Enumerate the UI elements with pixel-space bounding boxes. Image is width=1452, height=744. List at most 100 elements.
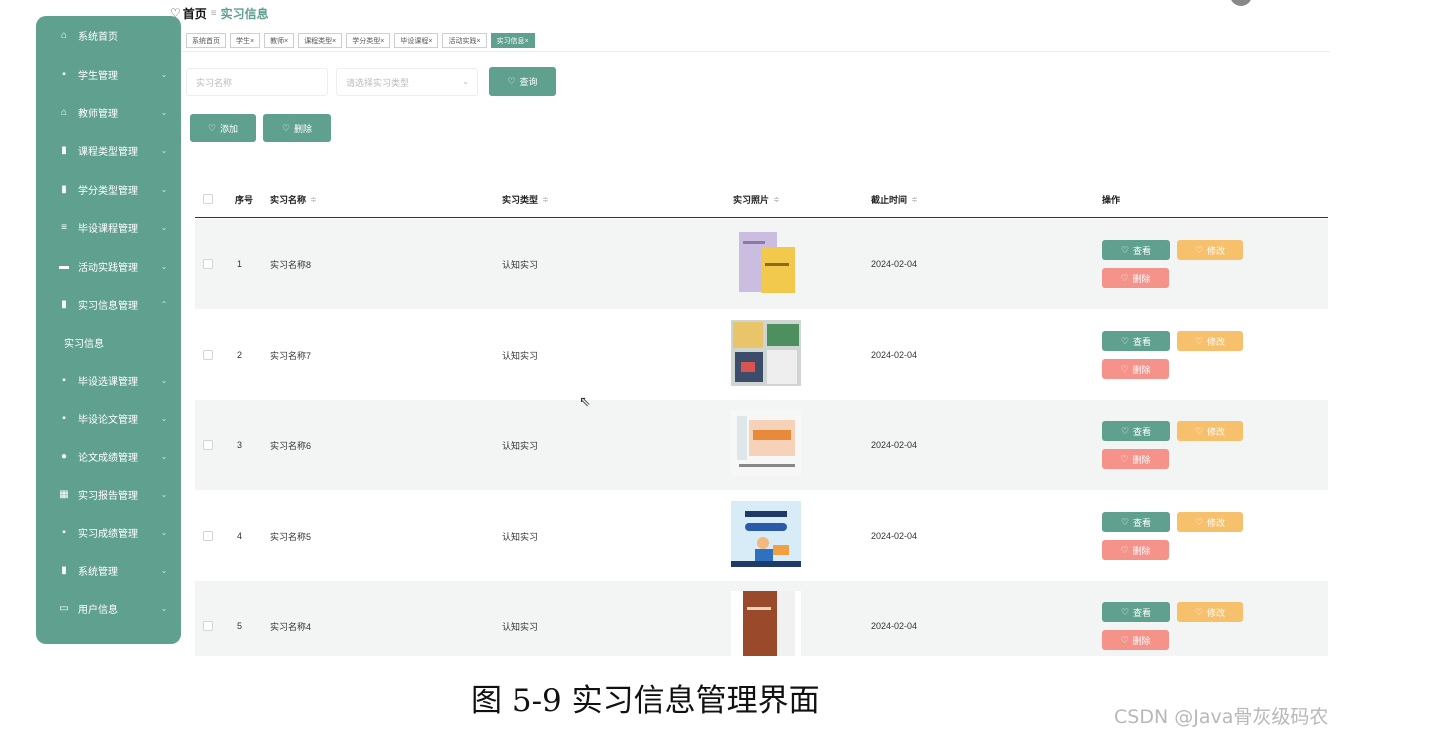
edit-button[interactable]: ♡ 修改 [1177,602,1243,622]
row-index: 5 [237,621,243,631]
row-delete-button[interactable]: ♡ 删除 [1102,630,1169,650]
grid-icon: ▪ [62,68,66,80]
chevron-down-icon: ⌄ [462,77,469,86]
sidebar-item[interactable]: ⌂ 教师管理 ⌄ [36,93,181,131]
tab-tag[interactable]: 毕设课程× [394,33,439,48]
row-photo[interactable] [731,501,801,567]
view-button-label: 查看 [1133,426,1152,437]
sidebar-item[interactable]: ▪ 实习成绩管理 ⌄ [36,513,181,551]
sidebar-item-label: 实习信息管理 [78,300,138,312]
view-button[interactable]: ♡ 查看 [1102,331,1170,351]
sidebar-item[interactable]: ▮ 实习信息管理 ⌃ [36,285,181,323]
tab-tag[interactable]: 教师× [264,33,295,48]
clipboard-icon: ▮ [61,144,67,156]
grid-icon: ▪ [62,374,66,386]
sidebar-item[interactable]: ▮ 系统管理 ⌄ [36,551,181,589]
sidebar-item[interactable]: ⌂ 系统首页 [36,16,181,54]
row-delete-button[interactable]: ♡ 删除 [1102,540,1169,560]
sidebar-item[interactable]: ▮ 课程类型管理 ⌄ [36,131,181,169]
tab-tag[interactable]: 学生× [230,33,261,48]
watermark: CSDN @Java骨灰级码农 [1114,706,1329,728]
sort-icon[interactable]: ≑ [310,195,317,204]
tab-tag[interactable]: 学分类型× [346,33,391,48]
sidebar-item[interactable]: ≡ 毕设课程管理 ⌄ [36,208,181,246]
sidebar-item[interactable]: ▬ 活动实践管理 ⌄ [36,247,181,285]
add-button[interactable]: ♡ 添加 [190,114,256,142]
row-checkbox[interactable] [203,581,213,656]
row-photo[interactable] [731,229,801,295]
sidebar-item-label: 系统管理 [78,566,118,578]
sidebar-item[interactable]: ▪ 学生管理 ⌄ [36,55,181,93]
row-photo[interactable] [731,320,801,386]
view-button[interactable]: ♡ 查看 [1102,240,1170,260]
row-deadline: 2024-02-04 [871,259,918,269]
header-type[interactable]: 实习类型 ≑ [502,180,549,218]
row-deadline: 2024-02-04 [871,621,918,631]
breadcrumb-home[interactable]: 首页 [183,5,207,22]
row-deadline: 2024-02-04 [871,350,918,360]
row-checkbox[interactable] [203,310,213,400]
search-type-select[interactable]: 请选择实习类型 ⌄ [336,68,478,96]
sidebar-item[interactable]: ▭ 用户信息 ⌄ [36,589,181,627]
row-checkbox[interactable] [203,491,213,581]
row-delete-button[interactable]: ♡ 删除 [1102,449,1169,469]
table-row: 5 实习名称4 认知实习 2024-02-04 ♡ 查看 ♡ 修改 ♡ 删除 [195,581,1328,656]
sort-icon[interactable]: ≑ [773,195,780,204]
sidebar-item-label: 学分类型管理 [78,185,138,197]
header-name[interactable]: 实习名称 ≑ [270,180,317,218]
sidebar-item[interactable]: ▪ 毕设论文管理 ⌄ [36,399,181,437]
sort-icon[interactable]: ≑ [911,195,918,204]
chevron-icon: ⌄ [160,565,168,575]
edit-button[interactable]: ♡ 修改 [1177,240,1243,260]
table-row: 3 实习名称6 认知实习 2024-02-04 ♡ 查看 ♡ 修改 ♡ 删除 [195,400,1328,490]
header-photo-label: 实习照片 [733,194,770,205]
tab-tag[interactable]: 实习信息× [490,33,535,48]
edit-button-label: 修改 [1207,426,1226,437]
select-all-checkbox[interactable] [203,180,213,218]
tab-tag[interactable]: 系统首页 [186,33,226,48]
search-name-input[interactable]: 实习名称 [186,68,328,96]
sidebar-item[interactable]: ▦ 实习报告管理 ⌄ [36,475,181,513]
view-button[interactable]: ♡ 查看 [1102,421,1170,441]
row-delete-button-label: 删除 [1132,364,1151,375]
row-delete-button-label: 删除 [1132,635,1151,646]
row-photo[interactable] [731,410,801,476]
tab-tag[interactable]: 活动实践× [442,33,487,48]
header-type-label: 实习类型 [502,194,539,205]
row-index: 3 [237,440,243,450]
view-button[interactable]: ♡ 查看 [1102,512,1170,532]
header-deadline[interactable]: 截止时间 ≑ [871,180,918,218]
edit-button[interactable]: ♡ 修改 [1177,331,1243,351]
row-photo[interactable] [731,591,801,656]
tab-tag[interactable]: 课程类型× [298,33,343,48]
avatar[interactable] [1230,0,1252,6]
header-photo[interactable]: 实习照片 ≑ [733,180,780,218]
batch-delete-button[interactable]: ♡ 删除 [263,114,331,142]
home-icon: ⌂ [60,29,68,41]
sidebar-subitem[interactable]: 实习信息 [36,323,181,361]
chevron-icon: ⌄ [160,261,168,271]
row-checkbox[interactable] [203,400,213,490]
sidebar-item-label: 毕设课程管理 [78,223,138,235]
row-delete-button[interactable]: ♡ 删除 [1102,268,1169,288]
edit-button-label: 修改 [1207,245,1226,256]
chevron-icon: ⌄ [160,107,168,117]
sidebar-item[interactable]: ● 论文成绩管理 ⌄ [36,437,181,475]
view-button-label: 查看 [1133,245,1152,256]
row-deadline: 2024-02-04 [871,440,918,450]
header-name-label: 实习名称 [270,194,307,205]
view-button[interactable]: ♡ 查看 [1102,602,1170,622]
heart-icon: ♡ [1194,516,1204,527]
sidebar-item-label: 学生管理 [78,70,118,82]
search-type-placeholder: 请选择实习类型 [346,77,410,88]
row-checkbox[interactable] [203,219,213,309]
row-delete-button[interactable]: ♡ 删除 [1102,359,1169,379]
edit-button[interactable]: ♡ 修改 [1177,421,1243,441]
heart-icon: ♡ [1120,606,1130,617]
edit-button[interactable]: ♡ 修改 [1177,512,1243,532]
header-deadline-label: 截止时间 [871,194,908,205]
sidebar-item[interactable]: ▮ 学分类型管理 ⌄ [36,170,181,208]
sidebar-item[interactable]: ▪ 毕设选课管理 ⌄ [36,361,181,399]
sort-icon[interactable]: ≑ [542,195,549,204]
query-button[interactable]: ♡ 查询 [489,67,556,96]
